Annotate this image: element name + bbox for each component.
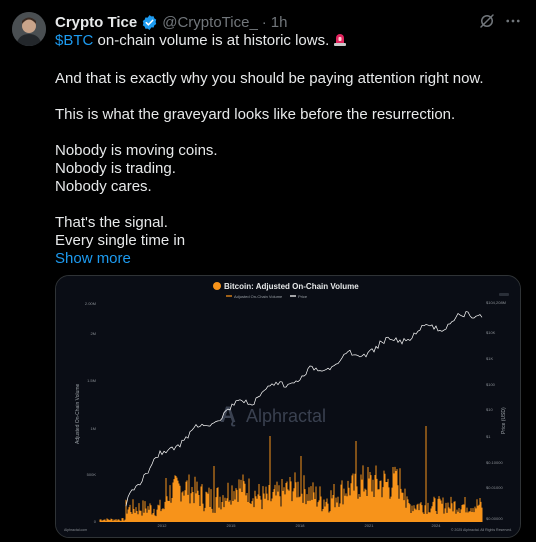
right-tick: $10K (486, 330, 496, 335)
bitcoin-logo-icon (213, 282, 221, 290)
grok-icon[interactable] (478, 12, 496, 30)
right-tick: $0.01000 (486, 485, 503, 490)
x-tick: 2012 (158, 523, 168, 528)
separator-dot: · (261, 13, 267, 31)
right-tick: $0.10000 (486, 460, 503, 465)
right-tick: $0.00000 (486, 516, 503, 521)
tweet: Crypto Tice @CryptoTice_ · 1h $BTC on-ch… (0, 0, 536, 542)
verified-badge-icon (141, 14, 158, 31)
right-tick: $1 (486, 434, 491, 439)
right-tick: $104,208M (486, 300, 506, 305)
tweet-text: $BTC on-chain volume is at historic lows… (55, 31, 525, 268)
tweet-line-nobody-moving: Nobody is moving coins. (55, 142, 218, 159)
tweet-line-nobody-trading: Nobody is trading. (55, 160, 176, 177)
cashtag-link[interactable]: $BTC (55, 32, 93, 49)
watermark-text: Alphractal (246, 406, 326, 426)
x-tick: 2018 (296, 523, 306, 528)
chart-svg: Bitcoin: Adjusted On-Chain Volume Adjust… (56, 276, 520, 537)
tweet-paragraph-2: And that is exactly why you should be pa… (55, 70, 484, 87)
x-tick: 2021 (365, 523, 375, 528)
tweet-line-1: $BTC on-chain volume is at historic lows… (55, 31, 525, 52)
tweet-line-nobody-cares: Nobody cares. (55, 178, 152, 195)
show-more-link[interactable]: Show more (55, 250, 525, 268)
avatar[interactable] (12, 12, 46, 46)
chart-title: Bitcoin: Adjusted On-Chain Volume (224, 282, 359, 291)
left-tick: 500K (87, 472, 97, 477)
legend-volume: Adjusted On-Chain Volume (234, 294, 283, 299)
author-name[interactable]: Crypto Tice (55, 14, 137, 31)
chart-footer-right: © 2025 Alphractal. All Rights Reserved. (451, 528, 512, 532)
left-tick: 2.00M (85, 301, 96, 306)
x-tick: 2024 (432, 523, 442, 528)
y-axis-left-label: Adjusted On-Chain Volume (75, 383, 81, 444)
more-options-icon[interactable] (504, 12, 522, 30)
watermark-logo-icon: Ą (220, 402, 236, 427)
author-handle[interactable]: @CryptoTice_ (162, 14, 258, 31)
legend-price: Price (298, 294, 308, 299)
tweet-line-every-time: Every single time in (55, 232, 186, 249)
chart-image[interactable]: Bitcoin: Adjusted On-Chain Volume Adjust… (55, 275, 521, 538)
right-tick: $100 (486, 382, 496, 387)
y-axis-right-label: Price (USD) (501, 407, 507, 434)
siren-emoji-icon (332, 31, 348, 52)
x-tick: 2015 (227, 523, 237, 528)
tweet-line-1-text: on-chain volume is at historic lows. (93, 32, 330, 49)
left-tick: 1.5M (87, 378, 96, 383)
tweet-line-signal: That's the signal. (55, 214, 168, 231)
chart-menu-button[interactable] (499, 293, 509, 296)
tweet-header: Crypto Tice @CryptoTice_ · 1h (55, 12, 287, 32)
left-tick: 2M (90, 331, 96, 336)
right-tick: $10 (486, 407, 493, 412)
right-tick: $1K (486, 356, 493, 361)
left-tick: 1M (90, 426, 96, 431)
chart-footer-left: Alphractal.com (64, 528, 87, 532)
timestamp[interactable]: 1h (271, 14, 288, 31)
tweet-paragraph-3: This is what the graveyard looks like be… (55, 106, 456, 123)
